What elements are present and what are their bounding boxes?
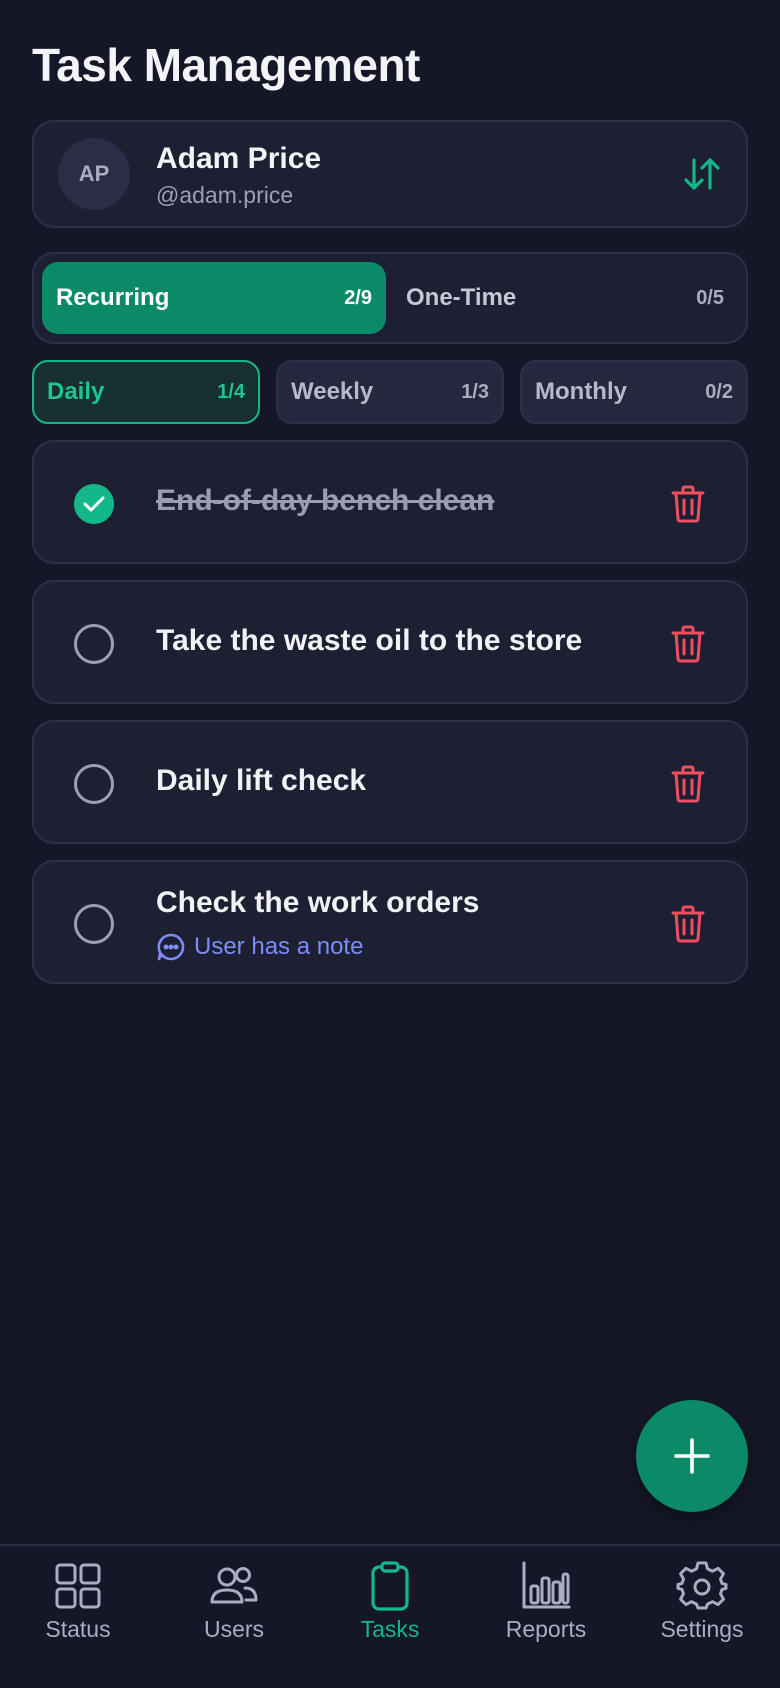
segment-label: One-Time — [406, 284, 517, 311]
task-checkbox[interactable] — [74, 484, 114, 524]
segment-one-time[interactable]: One-Time 0/5 — [392, 262, 738, 334]
segment-count: 0/5 — [696, 286, 724, 309]
nav-label: Tasks — [360, 1616, 420, 1642]
grid-icon — [55, 1563, 101, 1609]
task-title: Take the waste oil to the store — [156, 624, 583, 657]
chat-bubble-icon — [157, 933, 185, 961]
segment-label: Recurring — [56, 284, 170, 311]
user-name: Adam Price — [156, 142, 322, 175]
task-title: Check the work orders — [156, 886, 480, 919]
task-checkbox[interactable] — [74, 624, 114, 664]
check-icon — [83, 496, 105, 512]
gear-icon — [676, 1561, 728, 1610]
tab-weekly[interactable]: Weekly 1/3 — [276, 360, 504, 424]
trash-icon[interactable] — [670, 904, 706, 944]
tab-label: Daily — [47, 378, 105, 405]
users-icon — [210, 1567, 258, 1604]
bar-chart-icon — [522, 1561, 571, 1609]
task-item[interactable]: End-of-day bench clean — [32, 440, 748, 564]
task-management-screen: Task Management AP Adam Price @adam.pric… — [0, 0, 780, 1688]
tab-monthly[interactable]: Monthly 0/2 — [520, 360, 748, 424]
segment-count: 2/9 — [344, 286, 372, 309]
add-task-button[interactable] — [636, 1400, 748, 1512]
user-card: AP Adam Price @adam.price — [32, 120, 748, 228]
nav-settings[interactable]: Settings — [624, 1560, 780, 1670]
nav-label: Reports — [505, 1616, 587, 1642]
swap-arrows-icon — [684, 158, 720, 190]
switch-user-button[interactable] — [680, 154, 724, 194]
tab-label: Monthly — [535, 378, 627, 405]
nav-label: Users — [203, 1616, 265, 1642]
task-item[interactable]: Daily lift check — [32, 720, 748, 844]
trash-icon[interactable] — [670, 484, 706, 524]
task-item[interactable]: Check the work orders User has a note — [32, 860, 748, 984]
task-checkbox[interactable] — [74, 904, 114, 944]
user-handle: @adam.price — [156, 182, 294, 208]
nav-label: Status — [45, 1616, 111, 1642]
segment-recurring[interactable]: Recurring 2/9 — [42, 262, 386, 334]
task-checkbox[interactable] — [74, 764, 114, 804]
tab-label: Weekly — [291, 378, 374, 405]
page-title: Task Management — [32, 39, 420, 91]
tab-count: 1/3 — [461, 380, 489, 403]
nav-reports[interactable]: Reports — [468, 1560, 624, 1670]
tab-count: 1/4 — [217, 380, 245, 403]
trash-icon[interactable] — [670, 624, 706, 664]
task-type-segment: Recurring 2/9 One-Time 0/5 — [32, 252, 748, 344]
task-title: End-of-day bench clean — [156, 484, 495, 517]
bottom-nav: Status Users Tasks Reports Settings — [0, 1544, 780, 1688]
nav-label: Settings — [660, 1616, 744, 1642]
trash-icon[interactable] — [670, 764, 706, 804]
avatar: AP — [58, 138, 130, 210]
task-note[interactable]: User has a note — [156, 932, 363, 962]
task-item[interactable]: Take the waste oil to the store — [32, 580, 748, 704]
tab-count: 0/2 — [705, 380, 733, 403]
plus-icon — [674, 1438, 710, 1474]
nav-users[interactable]: Users — [156, 1560, 312, 1670]
nav-status[interactable]: Status — [0, 1560, 156, 1670]
task-note-text: User has a note — [194, 933, 364, 960]
task-title: Daily lift check — [156, 764, 367, 797]
clipboard-icon — [371, 1561, 409, 1611]
tab-daily[interactable]: Daily 1/4 — [32, 360, 260, 424]
nav-tasks[interactable]: Tasks — [312, 1560, 468, 1670]
